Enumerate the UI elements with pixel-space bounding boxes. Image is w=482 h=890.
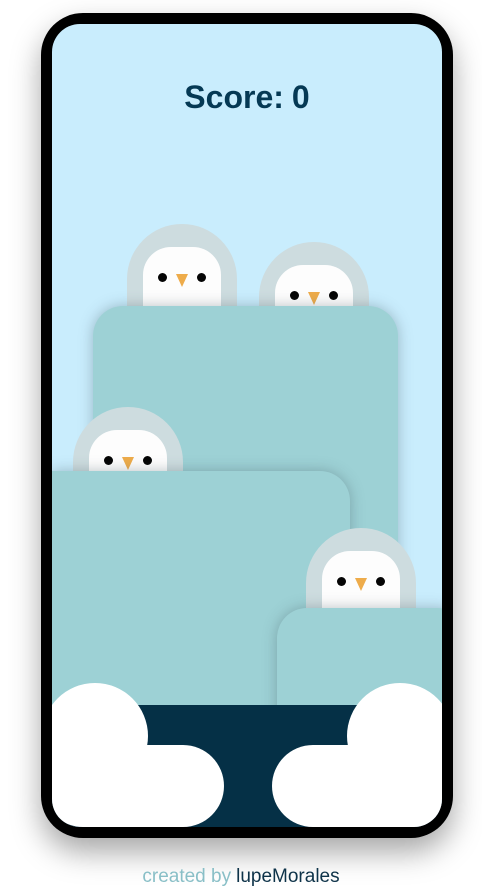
penguin-eye (376, 577, 385, 586)
cloud-right-base (272, 745, 442, 827)
penguin-eye (143, 456, 152, 465)
penguin-beak (355, 578, 367, 591)
penguin-beak (176, 274, 188, 287)
score-display: Score: 0 (52, 79, 442, 116)
score-value: 0 (291, 79, 310, 115)
penguin-eye (290, 291, 299, 300)
score-label: Score: (184, 79, 284, 115)
cloud-left-base (52, 745, 224, 827)
penguin-beak (308, 292, 320, 305)
phone-frame: Score: 0 (41, 13, 453, 838)
penguin-eye (158, 273, 167, 282)
credit-line: created by lupeMorales (0, 866, 482, 888)
penguin-eye (337, 577, 346, 586)
penguin-eye (197, 273, 206, 282)
credit-author-link[interactable]: lupeMorales (236, 866, 340, 887)
penguin-eye (329, 291, 338, 300)
game-screen: Score: 0 (52, 24, 442, 827)
penguin-eye (104, 456, 113, 465)
credit-prefix: created by (142, 866, 232, 887)
penguin-beak (122, 457, 134, 470)
